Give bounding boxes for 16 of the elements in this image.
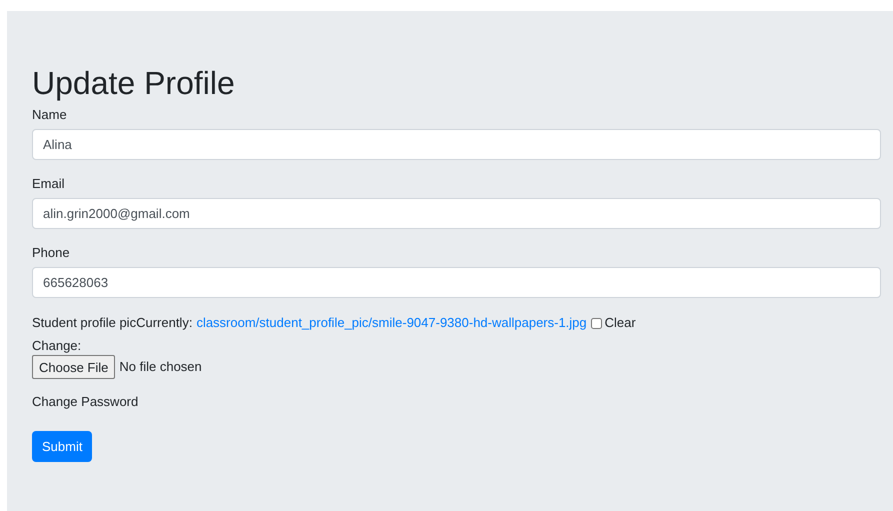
choose-file-button[interactable]: Choose File (32, 355, 116, 379)
submit-button[interactable]: Submit (32, 431, 92, 462)
file-status: No file chosen (119, 358, 202, 376)
text-field[interactable]: Alina (32, 129, 881, 160)
change-password-text: Change Password (32, 394, 140, 410)
currently-label: Currently: (136, 314, 192, 332)
change-label: Change: (32, 338, 82, 354)
field-label: Phone (32, 245, 71, 261)
clear-label: Clear (604, 314, 636, 332)
text-field[interactable]: 665628063 (32, 267, 881, 298)
field-label: Email (32, 176, 66, 192)
page-title: Update Profile (32, 64, 236, 103)
clear-checkbox[interactable] (590, 318, 602, 328)
text-field[interactable]: alin.grin2000@gmail.com (32, 198, 881, 229)
field-label: Name (32, 107, 68, 123)
field-label: Student profile pic (32, 314, 136, 332)
